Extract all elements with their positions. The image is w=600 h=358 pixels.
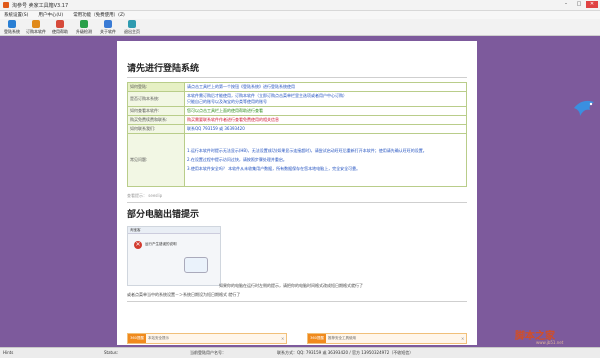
row-key: 如何登陆:: [127, 82, 185, 92]
row-value: 购买需要联系软件作者进行查看免费使用的相关信息: [184, 115, 467, 125]
note-line: 查看提示： seeslip: [127, 193, 467, 199]
toolbar-help-button[interactable]: 使用帮助: [48, 19, 72, 35]
status-label: Status:: [104, 350, 119, 355]
menu-bar: 系统设置(S) 用户中心(U) 常用功能（免费使用）(Z): [0, 11, 600, 19]
divider: [127, 77, 467, 78]
window-title: 淘参号 卖家工具箱V3.17: [12, 2, 69, 9]
status-contact: 联系方式：QQ: 793159 或 36393420 / 官方 13950324…: [277, 350, 414, 355]
ad-banner[interactable]: 360提醒 推荐安全工具使用 ×: [307, 333, 467, 344]
row-value-line: 3.使用本软件安全吗？ 本软件从未收集用户数据，所有数据保存在您本地电脑上，完全…: [187, 166, 361, 171]
toolbar-login-button[interactable]: 登陆系统: [0, 19, 24, 35]
toolbar-update-button[interactable]: 升级检测: [72, 19, 96, 35]
row-value-line: 2.在设置过程中提示访问过快，请按照步骤处理并重启。: [187, 157, 287, 162]
help-icon: [56, 20, 64, 28]
toolbar-label: 关于软件: [100, 29, 116, 34]
table-row: 如何联系我们: 联系QQ 793159 或 36393420: [127, 124, 467, 134]
toolbar-order-button[interactable]: 订购本软件: [24, 19, 48, 35]
ad-text: 推荐安全工具使用: [328, 336, 356, 340]
close-button[interactable]: ✕: [586, 1, 598, 8]
error-dialog-title: 淘宝客: [128, 227, 220, 234]
title-bar: 淘参号 卖家工具箱V3.17 – □ ✕: [0, 0, 600, 11]
update-icon: [80, 20, 88, 28]
table-row: 如何查看本软件: 您可以点击工具栏上面的使用帮助进行查看: [127, 106, 467, 116]
toolbar-label: 登陆系统: [4, 29, 20, 34]
status-bar: Hints Status: 当前登陆用户名号： 联系方式：QQ: 793159 …: [0, 347, 600, 358]
row-key: 如何联系我们:: [127, 124, 185, 134]
row-key: 是否订购本系统:: [127, 91, 185, 107]
error-icon: ✕: [134, 241, 142, 249]
ad-tag: 360提醒: [128, 334, 146, 343]
table-row: 如何登陆: 请点击工具栏上的第一个按钮《登陆系统》进行登陆系统使用: [127, 82, 467, 92]
ad-bar: 360提醒 本站安全提示 × 360提醒 推荐安全工具使用 ×: [127, 333, 467, 345]
row-value: 您可以点击工具栏上面的使用帮助进行查看: [184, 106, 467, 116]
toolbar-label: 使用帮助: [52, 29, 68, 34]
toolbar: 登陆系统 订购本软件 使用帮助 升级检测 关于软件 退出主页: [0, 19, 600, 36]
bird-icon[interactable]: [572, 98, 596, 118]
menu-system-settings[interactable]: 系统设置(S): [4, 12, 28, 18]
close-icon[interactable]: ×: [461, 336, 466, 341]
maximize-button[interactable]: □: [573, 1, 585, 8]
main-browser-area: 请先进行登陆系统 如何登陆: 请点击工具栏上的第一个按钮《登陆系统》进行登陆系统…: [0, 36, 600, 347]
toolbar-home-button[interactable]: 退出主页: [120, 19, 144, 35]
status-hints: Hints: [3, 350, 14, 355]
menu-user-center[interactable]: 用户中心(U): [38, 12, 63, 18]
divider: [127, 301, 467, 302]
toolbar-label: 退出主页: [124, 29, 140, 34]
row-value-line: 1.运行本软件时提示无法显示(HB)，无法设置成功(如果显示连接超时)，请尝试启…: [187, 148, 427, 153]
watermark-url: www.jb51.net: [536, 340, 564, 345]
note-label: 查看提示：: [127, 193, 147, 198]
ad-banner[interactable]: 360提醒 本站安全提示 ×: [127, 333, 287, 344]
info-table: 如何登陆: 请点击工具栏上的第一个按钮《登陆系统》进行登陆系统使用 是否订购本系…: [127, 82, 467, 187]
dialog-ok-button: [184, 257, 208, 273]
table-row: 常见问题: 1.运行本软件时提示无法显示(HB)，无法设置成功(如果显示连接超时…: [127, 133, 467, 187]
error-dialog-image: 淘宝客 ✕ 运行产生错误的说明: [127, 226, 221, 286]
table-row: 是否订购本系统: 本软件需订购后才能使用，订购本软件（立即订购点击菜单栏里主选项…: [127, 91, 467, 107]
content-panel: 请先进行登陆系统 如何登陆: 请点击工具栏上的第一个按钮《登陆系统》进行登陆系统…: [117, 41, 477, 345]
minimize-button[interactable]: –: [560, 1, 572, 8]
ad-text: 本站安全提示: [148, 336, 169, 340]
window-controls: – □ ✕: [560, 1, 598, 8]
row-value: 请点击工具栏上的第一个按钮《登陆系统》进行登陆系统使用: [184, 82, 467, 92]
menu-common-functions[interactable]: 常用功能（免费使用）(Z): [73, 12, 125, 18]
home-icon: [128, 20, 136, 28]
row-value-line: 只能自己的账号以及淘宝的分类等使用的账号: [187, 99, 267, 104]
info-icon: [104, 20, 112, 28]
error-explanation-2: 或者点菜单当中的系统设置－＞系统日期设为短日期格式 就行了: [127, 292, 241, 297]
row-value: 本软件需订购后才能使用，订购本软件（立即订购点击菜单栏里主选项或者用户中心订购）…: [184, 91, 467, 107]
row-value: 联系QQ 793159 或 36393420: [184, 124, 467, 134]
cart-icon: [32, 20, 40, 28]
error-message: 运行产生错误的说明: [145, 242, 177, 246]
login-icon: [8, 20, 16, 28]
note-tag: seeslip: [148, 193, 163, 198]
table-row: 购买免费续费和联系: 购买需要联系软件作者进行查看免费使用的相关信息: [127, 115, 467, 125]
toolbar-label: 升级检测: [76, 29, 92, 34]
section-heading: 部分电脑出错提示: [127, 210, 200, 220]
row-key: 常见问题:: [127, 133, 185, 187]
ad-tag: 360提醒: [308, 334, 326, 343]
app-icon: [3, 2, 9, 8]
row-key: 如何查看本软件:: [127, 106, 185, 116]
toolbar-label: 订购本软件: [26, 29, 46, 34]
page-heading: 请先进行登陆系统: [127, 64, 200, 74]
error-example: 淘宝客 ✕ 运行产生错误的说明 如果你的电脑在运行时左侧的提示，请把你的电脑时间…: [127, 226, 467, 288]
row-value: 1.运行本软件时提示无法显示(HB)，无法设置成功(如果显示连接超时)，请尝试启…: [184, 133, 467, 187]
status-current-user: 当前登陆用户名号：: [190, 350, 226, 355]
close-icon[interactable]: ×: [281, 336, 286, 341]
divider: [127, 202, 467, 203]
row-key: 购买免费续费和联系:: [127, 115, 185, 125]
error-explanation: 如果你的电脑在运行时左侧的提示，请把你的电脑时间格式改成短日期格式就行了: [219, 283, 363, 288]
toolbar-about-button[interactable]: 关于软件: [96, 19, 120, 35]
